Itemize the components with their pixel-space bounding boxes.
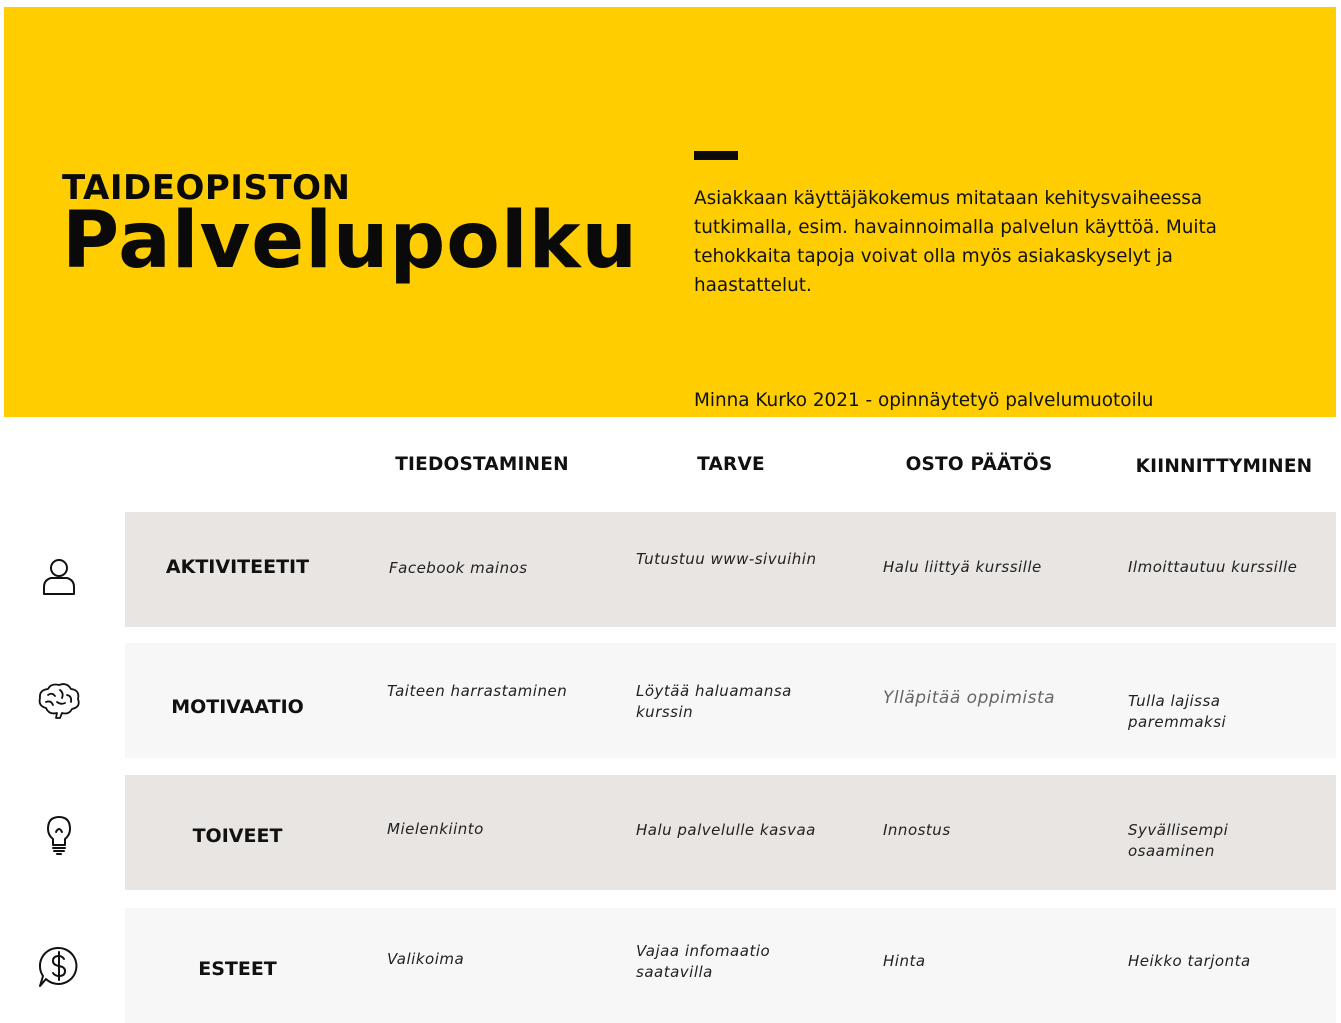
table-cell: Tutustuu www-sivuihin [636, 550, 817, 568]
accent-dash [694, 151, 738, 160]
table-cell: Tulla lajissa paremmaksi [1128, 692, 1227, 731]
money-speech-bubble-icon [36, 944, 82, 990]
journey-row-motivaatio: MOTIVAATIO Taiteen harrastaminen Löytää … [125, 643, 1336, 758]
journey-row-aktiviteetit: AKTIVITEETIT Facebook mainos Tutustuu ww… [125, 512, 1336, 627]
journey-row-toiveet: TOIVEET Mielenkiinto Halu palvelulle kas… [125, 775, 1336, 890]
table-cell: Halu palvelulle kasvaa [636, 821, 816, 839]
column-header-tarve: TARVE [697, 454, 765, 475]
table-cell: Halu liittyä kurssille [883, 558, 1042, 576]
table-cell: Vajaa infomaatio saatavilla [636, 942, 771, 981]
table-cell: Taiteen harrastaminen [387, 682, 568, 700]
table-cell: Facebook mainos [389, 559, 528, 577]
row-label: TOIVEET [192, 825, 283, 847]
table-cell: Mielenkiinto [387, 820, 484, 838]
table-cell: Ilmoittautuu kurssille [1128, 558, 1298, 576]
column-header-kiinnittyminen: KIINNITTYMINEN [1135, 456, 1313, 477]
table-cell: Innostus [883, 821, 951, 839]
row-label: ESTEET [198, 958, 277, 980]
brain-icon [36, 678, 82, 724]
person-icon [36, 554, 82, 600]
table-cell: Valikoima [387, 950, 465, 968]
table-cell: Ylläpitää oppimista [883, 688, 1056, 708]
lightbulb-icon [36, 812, 82, 858]
column-header-tiedostaminen: TIEDOSTAMINEN [395, 454, 569, 475]
intro-text: Asiakkaan käyttäjäkokemus mitataan kehit… [694, 188, 1217, 296]
column-header-osto-paatos: OSTO PÄÄTÖS [905, 454, 1053, 475]
table-cell: Löytää haluamansa kurssin [636, 682, 792, 721]
row-label: AKTIVITEETIT [165, 556, 310, 578]
author-credit: Minna Kurko 2021 - opinnäytetyö palvelum… [694, 390, 1154, 411]
table-cell: Heikko tarjonta [1128, 952, 1251, 970]
page-title: Palvelupolku [62, 196, 639, 286]
journey-row-esteet: ESTEET Valikoima Vajaa infomaatio saatav… [125, 908, 1336, 1023]
table-cell: Hinta [883, 952, 926, 970]
table-cell: Syvällisempi osaaminen [1128, 821, 1229, 860]
row-label: MOTIVAATIO [171, 696, 304, 718]
